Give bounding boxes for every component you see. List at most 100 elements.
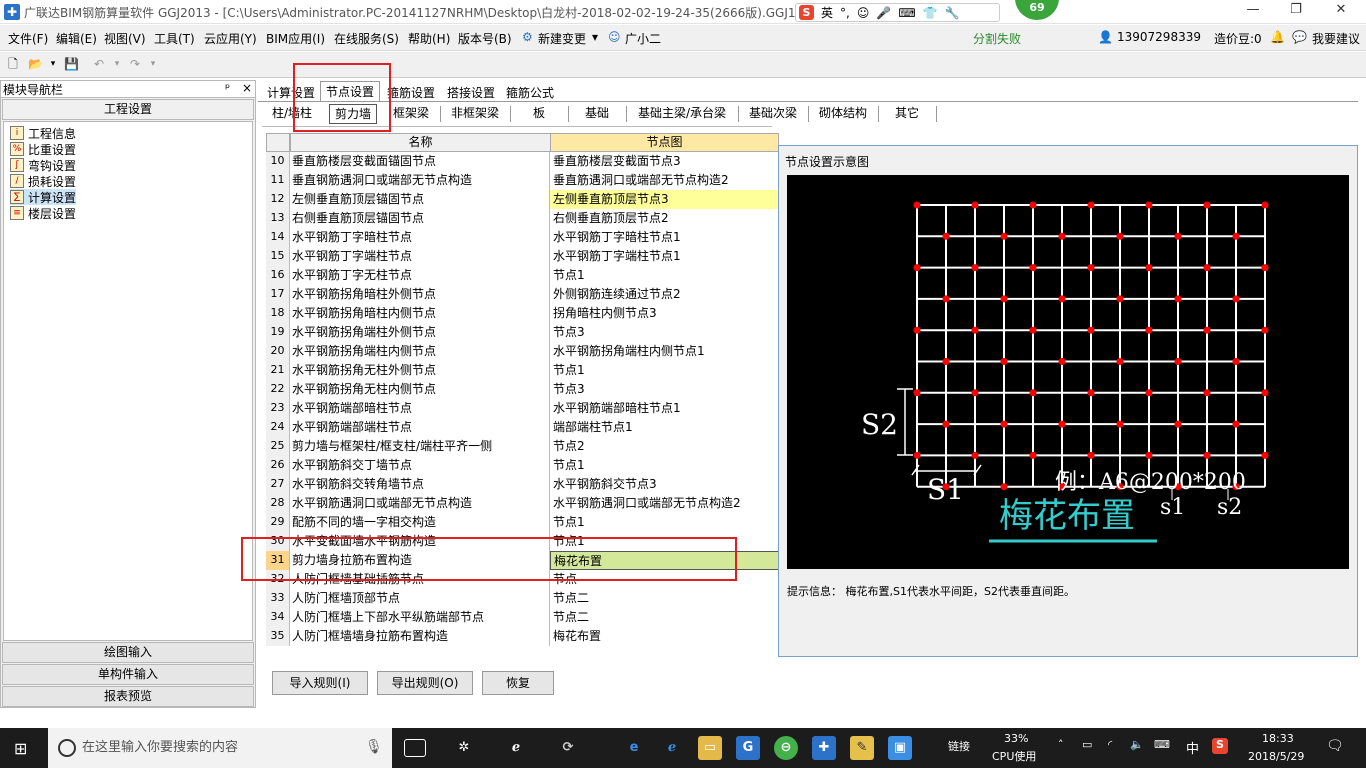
- ggj-app-icon[interactable]: ✚: [812, 736, 836, 760]
- row-node-value[interactable]: 节点1: [550, 266, 779, 285]
- table-row[interactable]: 15 水平钢筋丁字端柱节点 水平钢筋丁字端柱节点1: [266, 247, 779, 266]
- row-node-value[interactable]: 外侧钢筋连续通过节点2: [550, 285, 779, 304]
- ime-lang[interactable]: 英: [821, 4, 833, 21]
- battery-icon[interactable]: ▭: [1082, 738, 1092, 751]
- suggest-link[interactable]: 我要建议: [1312, 30, 1360, 47]
- table-row[interactable]: 35 人防门框墙墙身拉筋布置构造 梅花布置: [266, 627, 779, 646]
- skin-icon[interactable]: 👕: [923, 6, 938, 20]
- nav-drawing-input[interactable]: 绘图输入: [2, 642, 254, 663]
- mic-icon[interactable]: 🎙: [365, 739, 383, 755]
- subtab-slab[interactable]: 板: [515, 104, 563, 124]
- table-row[interactable]: 13 右侧垂直筋顶层锚固节点 右侧垂直筋顶层节点2: [266, 209, 779, 228]
- subtab-foundation[interactable]: 基础: [573, 104, 621, 124]
- table-row[interactable]: 21 水平钢筋拐角无柱外侧节点 节点1: [266, 361, 779, 380]
- row-node-value[interactable]: 梅花布置: [550, 627, 779, 646]
- table-row[interactable]: 22 水平钢筋拐角无柱内侧节点 节点3: [266, 380, 779, 399]
- table-row[interactable]: 20 水平钢筋拐角端柱内侧节点 水平钢筋拐角端柱内侧节点1: [266, 342, 779, 361]
- tree-item-project-info[interactable]: i 工程信息: [10, 125, 76, 141]
- score-badge[interactable]: 69: [1015, 0, 1059, 20]
- menu-cloud[interactable]: 云应用(Y): [204, 30, 257, 47]
- row-node-value[interactable]: 节点二: [550, 608, 779, 627]
- fan-app-icon[interactable]: ✲: [452, 736, 476, 760]
- glodon-g-icon[interactable]: G: [736, 736, 760, 760]
- phone-number[interactable]: 13907298339: [1117, 30, 1201, 44]
- tray-up-icon[interactable]: ˄: [1058, 738, 1064, 751]
- volume-icon[interactable]: 🔈: [1130, 738, 1144, 751]
- menu-view[interactable]: 视图(V): [104, 30, 146, 47]
- spiral-app-icon[interactable]: ⟳: [556, 736, 580, 760]
- ime-toolbar[interactable]: S 英 °, ☺ 🎤 ⌨ 👕 🔧: [795, 3, 1000, 22]
- row-node-value[interactable]: 垂直筋遇洞口或端部无节点构造2: [550, 171, 779, 190]
- table-row[interactable]: 26 水平钢筋斜交丁墙节点 节点1: [266, 456, 779, 475]
- row-node-value[interactable]: 水平钢筋丁字端柱节点1: [550, 247, 779, 266]
- redo-icon[interactable]: ↷: [128, 57, 142, 71]
- minimize-button[interactable]: —: [1243, 2, 1263, 20]
- clock-time[interactable]: 18:33: [1262, 732, 1294, 745]
- row-node-value[interactable]: 水平钢筋遇洞口或端部无节点构造2: [550, 494, 779, 513]
- link-label[interactable]: 链接: [948, 738, 970, 754]
- subtab-secondary-beam[interactable]: 基础次梁: [743, 104, 803, 124]
- tree-item-calc[interactable]: ∑ 计算设置: [10, 189, 77, 205]
- table-row[interactable]: 24 水平钢筋端部端柱节点 端部端柱节点1: [266, 418, 779, 437]
- sogou-tray-icon[interactable]: S: [1212, 738, 1228, 754]
- subtab-other[interactable]: 其它: [883, 104, 931, 124]
- table-row[interactable]: 27 水平钢筋斜交转角墙节点 水平钢筋斜交节点3: [266, 475, 779, 494]
- table-row[interactable]: 28 水平钢筋遇洞口或端部无节点构造 水平钢筋遇洞口或端部无节点构造2: [266, 494, 779, 513]
- wifi-icon[interactable]: ◜: [1108, 738, 1112, 751]
- row-node-value[interactable]: 左侧垂直筋顶层节点3: [550, 190, 779, 209]
- import-rules-button[interactable]: 导入规则(I): [272, 671, 368, 695]
- table-row[interactable]: 25 剪力墙与框架柱/框支柱/端柱平齐一侧 节点2: [266, 437, 779, 456]
- chevron-down-icon[interactable]: ▾: [592, 30, 598, 44]
- table-row[interactable]: 33 人防门框墙顶部节点 节点二: [266, 589, 779, 608]
- row-node-value[interactable]: 水平钢筋端部暗柱节点1: [550, 399, 779, 418]
- ie-old-icon[interactable]: ℯ: [504, 736, 528, 760]
- emoji-icon[interactable]: ☺: [857, 6, 870, 20]
- restore-defaults-button[interactable]: 恢复: [482, 671, 554, 695]
- row-node-value[interactable]: 节点2: [550, 437, 779, 456]
- table-row[interactable]: 12 左侧垂直筋顶层锚固节点 左侧垂直筋顶层节点3: [266, 190, 779, 209]
- tab-lap-settings[interactable]: 搭接设置: [442, 83, 500, 101]
- keyboard-icon[interactable]: ⌨: [1154, 738, 1170, 751]
- table-row[interactable]: 23 水平钢筋端部暗柱节点 水平钢筋端部暗柱节点1: [266, 399, 779, 418]
- menu-edit[interactable]: 编辑(E): [56, 30, 97, 47]
- clock-date[interactable]: 2018/5/29: [1248, 750, 1304, 763]
- subtab-frame-beam[interactable]: 框架梁: [387, 104, 435, 124]
- sogou-icon[interactable]: S: [799, 5, 814, 20]
- save-icon[interactable]: 💾: [64, 57, 79, 71]
- table-row[interactable]: 18 水平钢筋拐角暗柱内侧节点 拐角暗柱内侧节点3: [266, 304, 779, 323]
- menu-version[interactable]: 版本号(B): [458, 30, 512, 47]
- menu-online[interactable]: 在线服务(S): [334, 30, 399, 47]
- row-node-value[interactable]: 节点1: [550, 513, 779, 532]
- table-row[interactable]: 14 水平钢筋丁字暗柱节点 水平钢筋丁字暗柱节点1: [266, 228, 779, 247]
- briefcase-icon[interactable]: ▣: [888, 736, 912, 760]
- tree-item-floor[interactable]: ≡ 楼层设置: [10, 205, 76, 221]
- row-node-value[interactable]: 端部端柱节点1: [550, 418, 779, 437]
- mic-icon[interactable]: 🎤: [876, 6, 891, 20]
- new-file-icon[interactable]: 🗋: [6, 57, 20, 71]
- export-rules-button[interactable]: 导出规则(O): [377, 671, 473, 695]
- table-row[interactable]: 10 垂直筋楼层变截面锚固节点 垂直筋楼层变截面节点3: [266, 152, 779, 171]
- chevron-down-icon[interactable]: ▾: [46, 57, 60, 71]
- row-node-value[interactable]: 拐角暗柱内侧节点3: [550, 304, 779, 323]
- chevron-down-icon[interactable]: ▾: [110, 57, 124, 71]
- folder-icon[interactable]: ▭: [698, 736, 722, 760]
- subtab-nonframe-beam[interactable]: 非框架梁: [445, 104, 505, 124]
- row-node-value[interactable]: 水平钢筋拐角端柱内侧节点1: [550, 342, 779, 361]
- table-row[interactable]: 19 水平钢筋拐角端柱外侧节点 节点3: [266, 323, 779, 342]
- ie-icon[interactable]: ℯ: [660, 736, 684, 760]
- close-button[interactable]: ✕: [1331, 2, 1351, 20]
- edge-icon[interactable]: e: [622, 736, 646, 760]
- table-row[interactable]: 11 垂直钢筋遇洞口或端部无节点构造 垂直筋遇洞口或端部无节点构造2: [266, 171, 779, 190]
- nav-single-input[interactable]: 单构件输入: [2, 664, 254, 685]
- row-node-value[interactable]: 节点3: [550, 323, 779, 342]
- tree-item-density[interactable]: % 比重设置: [10, 141, 76, 157]
- section-project-settings[interactable]: 工程设置: [2, 99, 254, 120]
- task-view-icon[interactable]: [404, 739, 426, 757]
- menu-new-change[interactable]: 新建变更: [538, 30, 586, 47]
- restore-button[interactable]: ❐: [1286, 2, 1306, 20]
- punct-icon[interactable]: °,: [840, 6, 850, 20]
- subtab-masonry[interactable]: 砌体结构: [813, 104, 873, 124]
- row-node-value[interactable]: 右侧垂直筋顶层节点2: [550, 209, 779, 228]
- tools-icon[interactable]: 🔧: [945, 6, 960, 20]
- menu-bim[interactable]: BIM应用(I): [266, 30, 325, 47]
